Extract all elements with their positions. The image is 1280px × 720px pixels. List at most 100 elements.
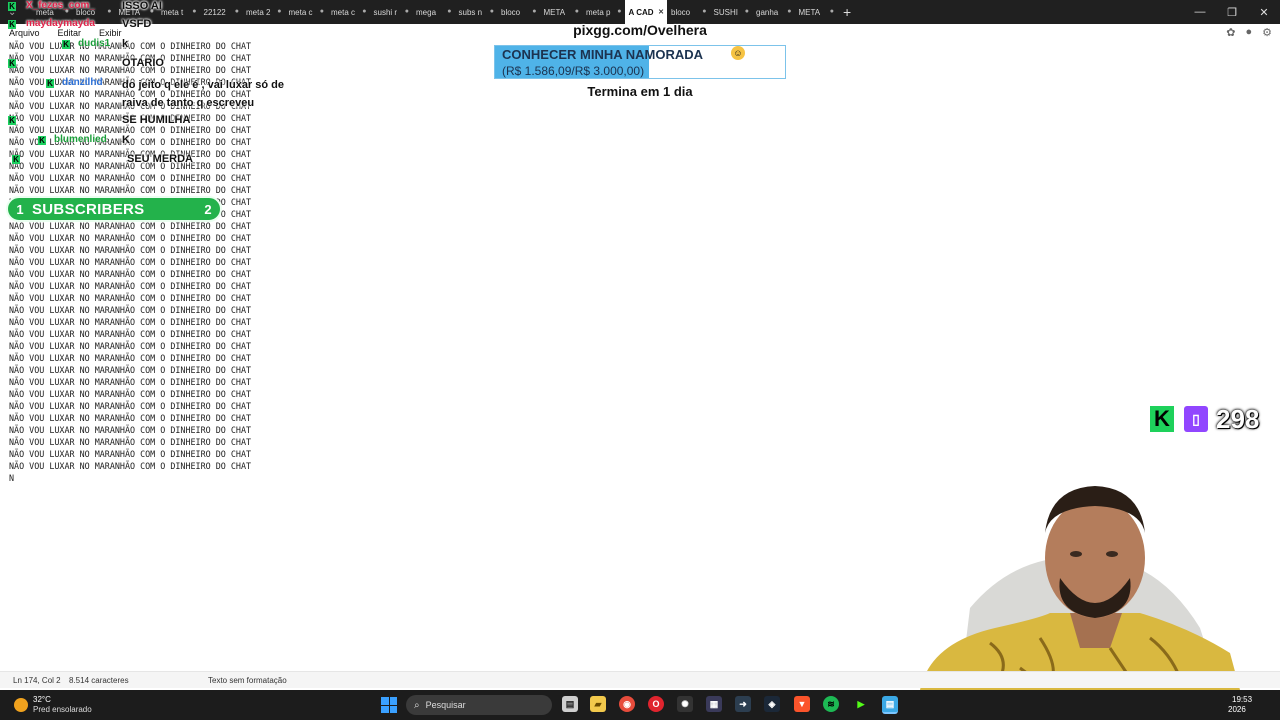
browser-tab[interactable]: bloco ● [667, 0, 710, 24]
taskbar-search[interactable]: ⌕ Pesquisar [406, 695, 552, 715]
windows-start-icon[interactable] [381, 697, 397, 713]
spotify-icon[interactable]: ≋ [823, 696, 839, 712]
search-placeholder: Pesquisar [425, 700, 466, 710]
text-line: NÃO VOU LUXAR NO MARANHÃO COM O DINHEIRO… [9, 233, 252, 243]
browser-tab[interactable]: META ● [540, 0, 583, 24]
tab-close-icon[interactable]: ● [830, 8, 834, 15]
app-icon[interactable]: ▦ [706, 696, 722, 712]
search-icon: ⌕ [414, 699, 420, 711]
account-icon[interactable]: ● [1245, 26, 1252, 39]
tab-close-icon[interactable]: ● [702, 8, 706, 15]
browser-tab[interactable]: meta 2 ● [242, 0, 285, 24]
tab-close-icon[interactable]: ● [532, 8, 536, 15]
browser-tab[interactable]: meta c ● [285, 0, 328, 24]
kick-badge-icon: K [8, 20, 16, 29]
folder-icon[interactable]: ▰ [590, 696, 606, 712]
browser-tab[interactable]: ganha ● [752, 0, 795, 24]
arrow-icon[interactable]: ➜ [735, 696, 751, 712]
maximize-button[interactable]: ❐ [1216, 0, 1248, 24]
tab-label: SUSHI [713, 7, 738, 17]
tab-close-icon[interactable]: ● [107, 8, 111, 15]
text-line: NÃO VOU LUXAR NO MARANHÃO COM O DINHEIRO… [9, 449, 252, 459]
copilot-icon[interactable]: ✿ [1226, 26, 1235, 39]
browser-tab[interactable]: meta c ● [327, 0, 370, 24]
text-line: NÃO VOU LUXAR NO MARANHÃO COM O DINHEIRO… [9, 401, 252, 411]
chat-message: SE HUMILHA [122, 114, 191, 126]
browser-tab[interactable]: meta p ● [582, 0, 625, 24]
clock-time[interactable]: 19:53 [1232, 695, 1252, 704]
clock-date[interactable]: 2026 [1228, 705, 1246, 714]
kick-icon[interactable]: ▶ [853, 696, 869, 712]
windows-taskbar: 32°C Pred ensolarado ⌕ Pesquisar ▤ ▰ ◉ O… [0, 690, 1280, 720]
browser-tab[interactable]: META ● [795, 0, 838, 24]
donation-goal-label: CONHECER MINHA NAMORADA [502, 47, 704, 62]
browser-tab[interactable]: mega ● [412, 0, 455, 24]
chat-message: do jeito q ele é , vai luxar só de raiva… [122, 79, 284, 109]
tab-close-icon[interactable]: ● [787, 8, 791, 15]
tab-close-icon[interactable]: ● [362, 8, 366, 15]
tab-close-icon[interactable]: ● [277, 8, 281, 15]
tab-label: A CAD [628, 7, 654, 17]
subscriber-label: SUBSCRIBERS [32, 200, 145, 218]
cursor-position: Ln 174, Col 2 [13, 675, 61, 685]
gear-icon[interactable]: ⚙ [1262, 26, 1272, 39]
menu-edit[interactable]: Editar [49, 28, 91, 38]
file-manager-icon[interactable]: ▤ [562, 696, 578, 712]
browser-tab[interactable]: bloco ● [497, 0, 540, 24]
tab-label: subs n [458, 7, 483, 17]
menu-file[interactable]: Arquivo [0, 28, 49, 38]
caret-line: N [9, 473, 15, 483]
webcam-image [920, 486, 1240, 690]
opera-icon[interactable]: O [648, 696, 664, 712]
tab-label: meta 2 [246, 7, 271, 17]
chat-message: OTARIO [122, 57, 164, 69]
new-tab-button[interactable]: + [837, 4, 867, 20]
tab-close-icon[interactable]: ● [490, 8, 494, 15]
text-line: NÃO VOU LUXAR NO MARANHÃO COM O DINHEIRO… [9, 425, 252, 435]
subscriber-goal-widget: 1 SUBSCRIBERS 2 [6, 196, 222, 222]
text-line: NÃO VOU LUXAR NO MARANHÃO COM O DINHEIRO… [9, 329, 252, 339]
tab-label: meta t [161, 7, 184, 17]
chatgpt-icon[interactable]: ✺ [677, 696, 693, 712]
browser-tab[interactable]: SUSHI ● [710, 0, 753, 24]
tab-close-icon[interactable]: ● [617, 8, 621, 15]
kick-badge-icon: K [38, 136, 46, 145]
kick-badge-icon: K [62, 40, 70, 49]
notepad-status-bar: Ln 174, Col 2 8.514 caracteres Texto sem… [0, 671, 1280, 688]
text-line: NÃO VOU LUXAR NO MARANHÃO COM O DINHEIRO… [9, 293, 252, 303]
window-controls: — ❐ ✕ [1184, 0, 1280, 24]
text-format[interactable]: Texto sem formatação [208, 676, 287, 685]
steam-icon[interactable]: ◈ [764, 696, 780, 712]
kick-logo-icon: K [1150, 406, 1174, 432]
tab-close-icon[interactable]: ● [235, 8, 239, 15]
character-count: 8.514 caracteres [69, 675, 129, 685]
text-line: NÃO VOU LUXAR NO MARANHÃO COM O DINHEIRO… [9, 161, 252, 171]
tab-close-icon[interactable]: ● [320, 8, 324, 15]
minimize-button[interactable]: — [1184, 0, 1216, 24]
sun-icon[interactable] [14, 698, 28, 712]
text-line: NÃO VOU LUXAR NO MARANHÃO COM O DINHEIRO… [9, 269, 252, 279]
tab-close-icon[interactable]: ✕ [658, 8, 664, 16]
text-line: NÃO VOU LUXAR NO MARANHÃO COM O DINHEIRO… [9, 437, 252, 447]
kick-badge-icon: K [46, 79, 54, 88]
tab-close-icon[interactable]: ● [405, 8, 409, 15]
browser-tab[interactable]: sushi r ● [370, 0, 413, 24]
donation-goal-bar: CONHECER MINHA NAMORADA ☺ (R$ 1.586,09/R… [494, 45, 786, 79]
weather-temperature[interactable]: 32°C [33, 695, 51, 704]
weather-description[interactable]: Pred ensolarado [33, 705, 92, 714]
notepad-icon[interactable]: ▤ [882, 696, 898, 714]
tab-label: sushi r [373, 7, 398, 17]
chrome-icon[interactable]: ◉ [619, 696, 635, 712]
tab-close-icon[interactable]: ● [192, 8, 196, 15]
browser-tab[interactable]: meta t ● [157, 0, 200, 24]
subscriber-goal: 2 [204, 201, 212, 217]
close-button[interactable]: ✕ [1248, 0, 1280, 24]
tab-close-icon[interactable]: ● [745, 8, 749, 15]
browser-tab[interactable]: subs n ● [455, 0, 498, 24]
browser-tab[interactable]: A CAD ✕ [624, 0, 667, 24]
tab-close-icon[interactable]: ● [575, 8, 579, 15]
tab-close-icon[interactable]: ● [447, 8, 451, 15]
brave-icon[interactable]: ▼ [794, 696, 810, 712]
text-line: NÃO VOU LUXAR NO MARANHÃO COM O DINHEIRO… [9, 317, 252, 327]
browser-tab[interactable]: 22122 ● [200, 0, 243, 24]
